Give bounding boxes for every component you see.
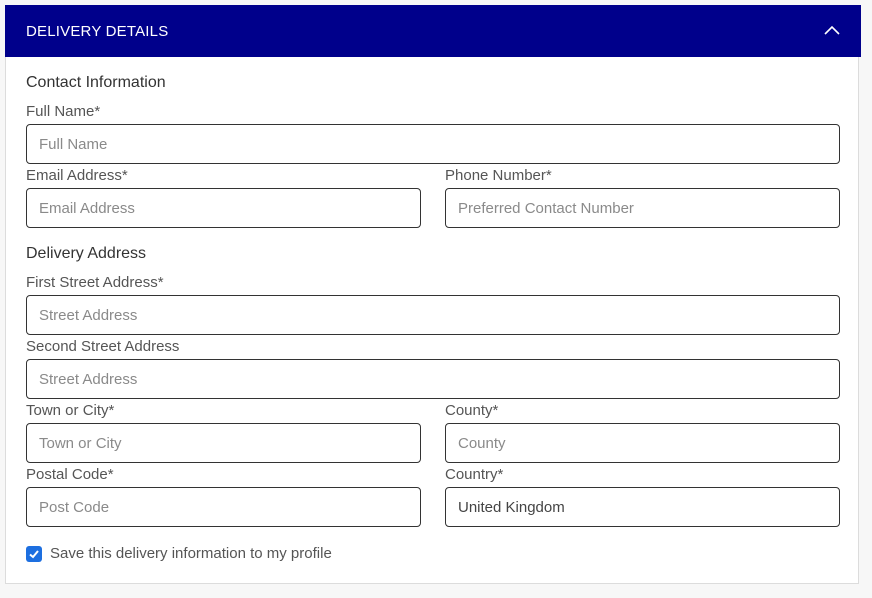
delivery-details-panel: DELIVERY DETAILS Contact Information Ful… — [5, 5, 861, 584]
phone-input[interactable] — [445, 188, 840, 228]
country-input[interactable] — [445, 487, 840, 527]
street2-label: Second Street Address — [26, 338, 180, 355]
delivery-details-header[interactable]: DELIVERY DETAILS — [5, 5, 861, 57]
address-section-title: Delivery Address — [26, 245, 147, 262]
country-label: Country* — [445, 466, 504, 483]
county-label: County* — [445, 402, 499, 419]
checkmark-icon — [29, 550, 39, 559]
full-name-label: Full Name* — [26, 103, 101, 120]
panel-title: DELIVERY DETAILS — [26, 22, 169, 40]
save-profile-checkbox[interactable] — [26, 546, 42, 562]
contact-section-title: Contact Information — [26, 74, 166, 91]
street1-input[interactable] — [26, 295, 840, 335]
street2-input[interactable] — [26, 359, 840, 399]
phone-label: Phone Number* — [445, 167, 552, 184]
email-input[interactable] — [26, 188, 421, 228]
town-input[interactable] — [26, 423, 421, 463]
email-label: Email Address* — [26, 167, 128, 184]
postal-code-input[interactable] — [26, 487, 421, 527]
save-profile-label[interactable]: Save this delivery information to my pro… — [50, 545, 332, 562]
street1-label: First Street Address* — [26, 274, 164, 291]
postal-code-label: Postal Code* — [26, 466, 114, 483]
full-name-input[interactable] — [26, 124, 840, 164]
county-input[interactable] — [445, 423, 840, 463]
town-label: Town or City* — [26, 402, 115, 419]
chevron-up-icon[interactable] — [823, 22, 841, 40]
